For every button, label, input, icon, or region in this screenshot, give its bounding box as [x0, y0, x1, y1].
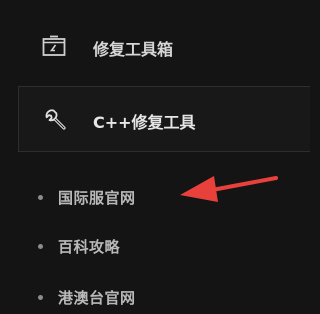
bullet-dot — [38, 243, 43, 249]
side-menu-panel: 修复工具箱 C++修复工具 国际服官网 百科攻略 港澳台官网 — [0, 0, 310, 314]
submenu-item-label: 港澳台官网 — [58, 288, 136, 307]
submenu-item-wiki-guide[interactable]: 百科攻略 — [0, 231, 310, 261]
submenu-item-label: 国际服官网 — [58, 188, 136, 207]
bullet-dot — [38, 294, 43, 300]
menu-item-cpp-repair[interactable]: C++修复工具 — [18, 86, 310, 152]
submenu-item-label: 百科攻略 — [58, 237, 121, 256]
menu-item-cpp-repair-label: C++修复工具 — [93, 113, 196, 132]
wrench-icon — [44, 108, 68, 132]
submenu-item-intl-site[interactable]: 国际服官网 — [0, 182, 310, 212]
toolbox-icon — [42, 35, 66, 57]
menu-item-toolbox-label: 修复工具箱 — [93, 40, 174, 59]
bullet-dot — [38, 194, 43, 200]
menu-item-toolbox[interactable]: 修复工具箱 — [0, 22, 310, 70]
submenu-item-hk-site[interactable]: 港澳台官网 — [0, 282, 310, 312]
